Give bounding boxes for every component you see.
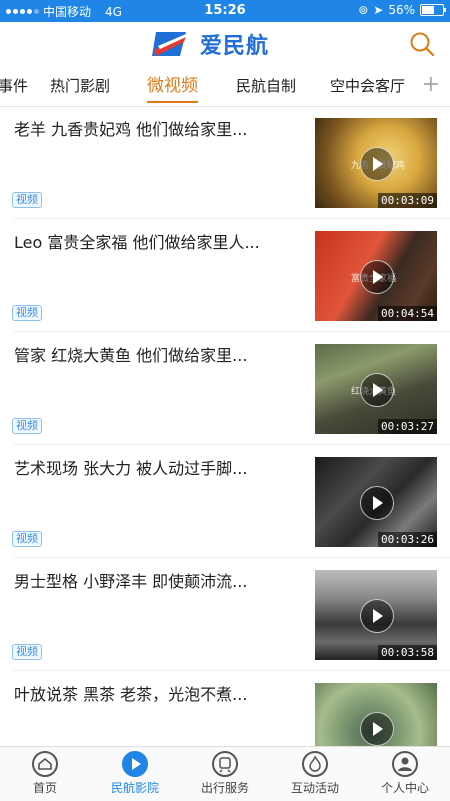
video-tag: 视频 <box>12 644 42 660</box>
tab-micro-video[interactable]: 微视频 <box>147 66 198 106</box>
home-icon <box>32 751 58 777</box>
play-icon <box>360 712 394 746</box>
video-tag: 视频 <box>12 192 42 208</box>
category-tabs: 事件 热门影剧 微视频 民航自制 空中会客厅 + <box>0 66 450 107</box>
location-icon: ➤ <box>373 3 384 17</box>
tabbar-label: 出行服务 <box>200 781 249 795</box>
flame-icon <box>302 751 328 777</box>
video-duration: 00:03:58 <box>378 645 437 660</box>
status-bar: 中国移动 4G 15:26 ⊚ ➤ 56% <box>0 0 450 22</box>
app-header: 爱民航 <box>0 22 450 66</box>
lock-rotation-icon: ⊚ <box>358 3 369 17</box>
tab-events[interactable]: 事件 <box>0 66 28 106</box>
play-icon <box>360 486 394 520</box>
search-button[interactable] <box>408 30 436 58</box>
list-item[interactable]: Leo 富贵全家福 他们做给家里人... 视频 富贵全家福 00:04:54 <box>0 219 450 332</box>
video-thumbnail[interactable]: 00:03:26 <box>315 457 437 547</box>
item-title: 管家 红烧大黄鱼 他们做给家里... <box>14 346 248 365</box>
play-icon <box>122 751 148 777</box>
tabbar-travel[interactable]: 出行服务 <box>180 747 270 801</box>
video-tag: 视频 <box>12 418 42 434</box>
bottom-tab-bar: 首页 民航影院 出行服务 互动活动 个人中心 <box>0 746 450 801</box>
video-duration: 00:03:09 <box>378 193 437 208</box>
video-list: 老羊 九香贵妃鸡 他们做给家里... 视频 九香 · 贵妃鸡 00:03:09 … <box>0 106 450 746</box>
list-item[interactable]: 叶放说茶 黑茶 老茶，光泡不煮... <box>0 671 450 746</box>
video-duration: 00:04:54 <box>378 306 437 321</box>
item-title: 老羊 九香贵妃鸡 他们做给家里... <box>14 120 248 139</box>
train-icon <box>212 751 238 777</box>
list-item[interactable]: 老羊 九香贵妃鸡 他们做给家里... 视频 九香 · 贵妃鸡 00:03:09 <box>0 106 450 219</box>
tabbar-label: 个人中心 <box>380 781 429 795</box>
list-item[interactable]: 艺术现场 张大力 被人动过手脚... 视频 00:03:26 <box>0 445 450 558</box>
video-tag: 视频 <box>12 531 42 547</box>
tabbar-activities[interactable]: 互动活动 <box>270 747 360 801</box>
tabbar-label: 首页 <box>32 781 57 795</box>
logo-text: 爱民航 <box>200 34 270 59</box>
list-item[interactable]: 管家 红烧大黄鱼 他们做给家里... 视频 红烧大黄鱼 00:03:27 <box>0 332 450 445</box>
tabbar-label: 民航影院 <box>110 781 159 795</box>
play-icon <box>360 147 394 181</box>
video-thumbnail[interactable]: 红烧大黄鱼 00:03:27 <box>315 344 437 434</box>
tab-sky-lounge[interactable]: 空中会客厅 <box>330 66 408 106</box>
list-item[interactable]: 男士型格 小野泽丰 即使颠沛流... 视频 00:03:58 <box>0 558 450 671</box>
logo-icon <box>152 32 186 56</box>
video-thumbnail[interactable] <box>315 683 437 746</box>
tabbar-profile[interactable]: 个人中心 <box>360 747 450 801</box>
item-title: 男士型格 小野泽丰 即使颠沛流... <box>14 572 248 591</box>
tabbar-label: 互动活动 <box>290 781 339 795</box>
tabbar-home[interactable]: 首页 <box>0 747 90 801</box>
video-duration: 00:03:26 <box>378 532 437 547</box>
battery-icon <box>420 4 446 16</box>
play-icon <box>360 260 394 294</box>
item-title: 叶放说茶 黑茶 老茶，光泡不煮... <box>14 685 248 704</box>
video-duration: 00:03:27 <box>378 419 437 434</box>
user-icon <box>392 751 418 777</box>
video-thumbnail[interactable]: 富贵全家福 00:04:54 <box>315 231 437 321</box>
search-icon <box>410 32 435 57</box>
tab-hot-dramas[interactable]: 热门影剧 <box>50 66 110 106</box>
video-thumbnail[interactable]: 九香 · 贵妃鸡 00:03:09 <box>315 118 437 208</box>
tabbar-cinema[interactable]: 民航影院 <box>90 747 180 801</box>
play-icon <box>360 373 394 407</box>
app-logo: 爱民航 <box>150 28 269 60</box>
video-thumbnail[interactable]: 00:03:58 <box>315 570 437 660</box>
tab-aviation-originals[interactable]: 民航自制 <box>236 66 296 106</box>
item-title: 艺术现场 张大力 被人动过手脚... <box>14 459 248 478</box>
item-title: Leo 富贵全家福 他们做给家里人... <box>14 233 260 252</box>
play-icon <box>360 599 394 633</box>
video-tag: 视频 <box>12 305 42 321</box>
battery-percent: 56% <box>388 3 415 17</box>
add-tab-icon[interactable]: + <box>422 72 440 97</box>
